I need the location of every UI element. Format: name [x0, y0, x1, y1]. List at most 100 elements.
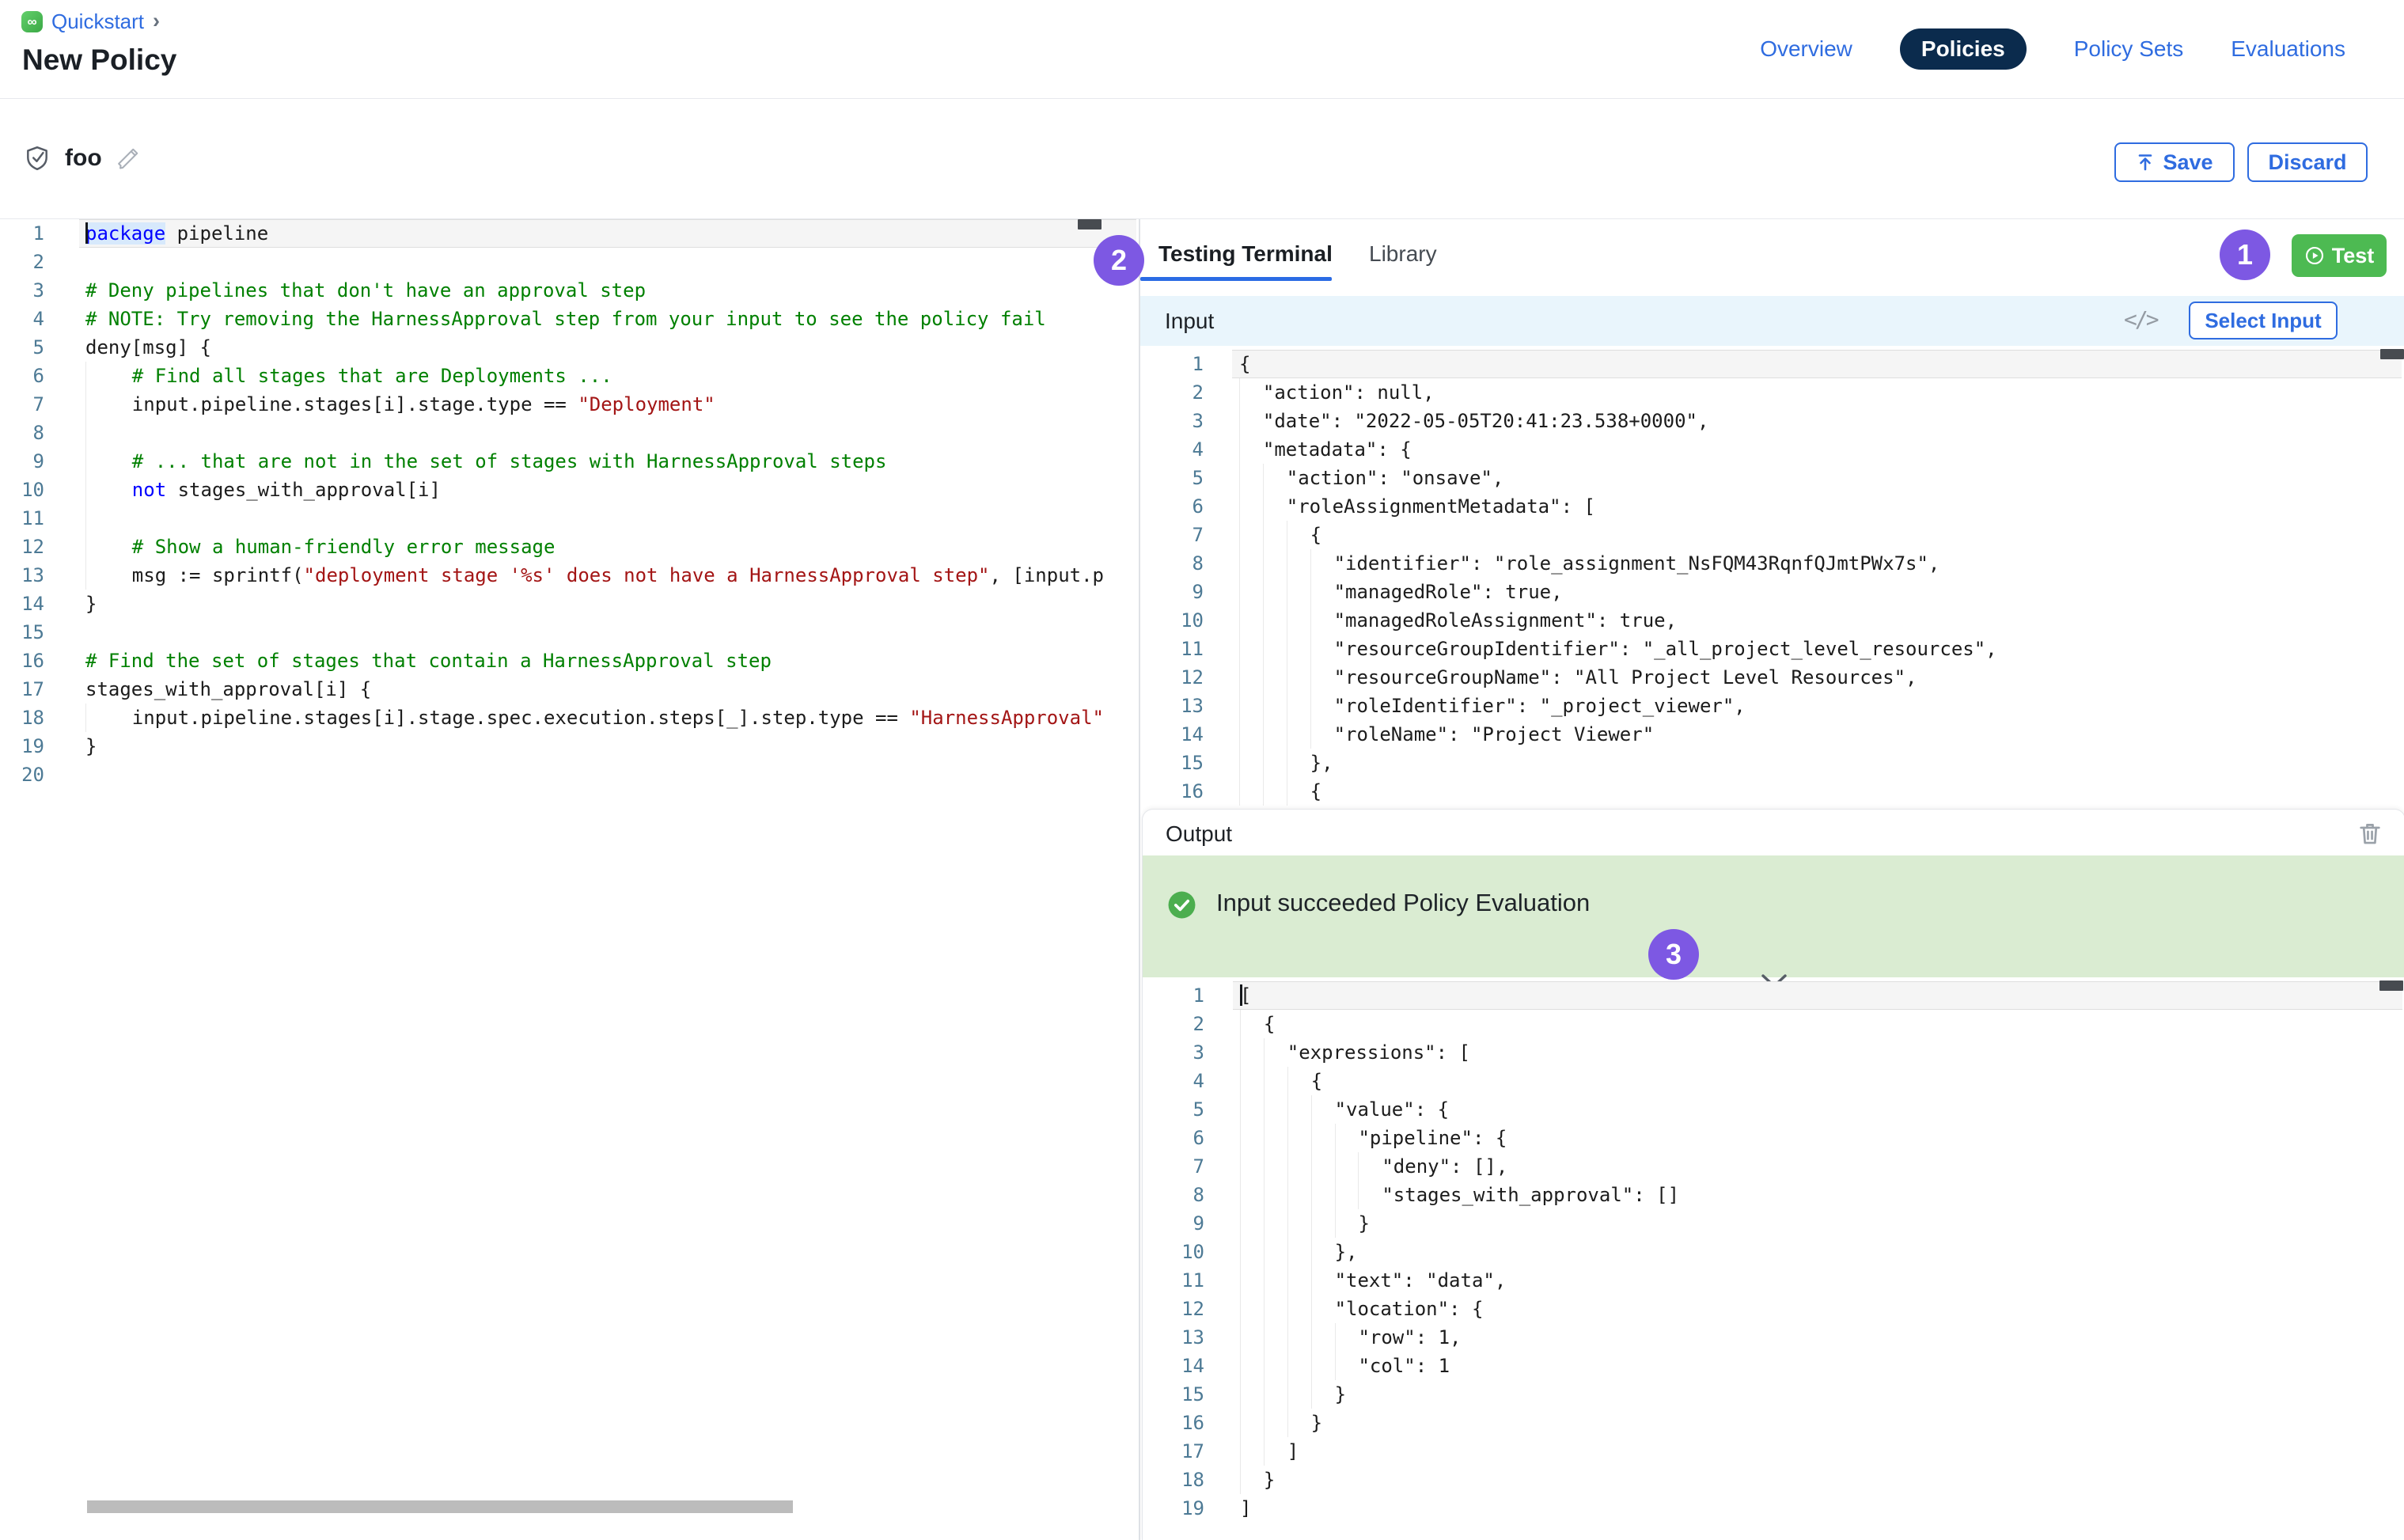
indent-guide	[1263, 777, 1287, 806]
line-number: 2	[1143, 1010, 1204, 1038]
indent-guide	[1264, 1409, 1287, 1437]
line-number: 10	[1140, 606, 1204, 635]
code-line: 8"stages_with_approval": []	[1143, 1181, 2404, 1209]
policy-name: foo	[65, 145, 102, 172]
tab-library[interactable]: Library	[1369, 241, 1437, 267]
indent-guide	[1263, 720, 1287, 749]
indent-guide	[1335, 1209, 1359, 1238]
indent-guide	[1240, 1238, 1264, 1266]
indent-guide	[1240, 1067, 1264, 1095]
save-button[interactable]: Save	[2114, 142, 2235, 182]
code-line: 17stages_with_approval[i] {	[0, 675, 1139, 704]
indent-guide	[1264, 1380, 1287, 1409]
indent-guide	[1287, 692, 1310, 720]
indent-guide	[1287, 663, 1310, 692]
indent-guide	[1264, 1181, 1287, 1209]
trash-icon[interactable]	[2357, 820, 2383, 847]
line-number: 1	[1143, 981, 1204, 1010]
indent-guide	[1287, 1152, 1311, 1181]
indent-guide	[1264, 1209, 1287, 1238]
indent-guide	[1310, 720, 1334, 749]
editor-scrollbar-thumb[interactable]	[1078, 219, 1102, 229]
indent-guide	[1240, 1095, 1264, 1124]
code-line: 19}	[0, 732, 1139, 761]
indent-guide	[1240, 1038, 1264, 1067]
line-number: 15	[1143, 1380, 1204, 1409]
line-number: 18	[1143, 1466, 1204, 1494]
code-line: 14"roleName": "Project Viewer"	[1140, 720, 2404, 749]
line-number: 3	[1140, 407, 1204, 435]
code-line: 6"roleAssignmentMetadata": [	[1140, 492, 2404, 521]
new-policy-page: ∞ Quickstart › New Policy Overview Polic…	[0, 0, 2404, 1540]
code-line: 12"resourceGroupName": "All Project Leve…	[1140, 663, 2404, 692]
indent-guide	[1311, 1181, 1335, 1209]
input-json-editor[interactable]: 1{2"action": null,3"date": "2022-05-05T2…	[1140, 350, 2404, 806]
indent-guide	[1264, 1295, 1287, 1323]
code-line: 4# NOTE: Try removing the HarnessApprova…	[0, 305, 1139, 333]
breadcrumb: ∞ Quickstart ›	[21, 9, 160, 34]
code-line: 2	[0, 248, 1139, 276]
indent-guide	[1311, 1295, 1335, 1323]
indent-guide	[1263, 492, 1287, 521]
code-line: 9# ... that are not in the set of stages…	[0, 447, 1139, 476]
breadcrumb-link-quickstart[interactable]: Quickstart	[51, 9, 144, 34]
code-line: 4"metadata": {	[1140, 435, 2404, 464]
code-line: 20	[0, 761, 1139, 789]
nav-evaluations[interactable]: Evaluations	[2231, 36, 2345, 62]
line-number: 7	[1140, 521, 1204, 549]
indent-guide	[1239, 663, 1263, 692]
indent-guide	[1287, 1352, 1311, 1380]
indent-guide	[85, 704, 132, 732]
indent-guide	[1239, 521, 1263, 549]
code-line: 15	[0, 618, 1139, 647]
code-line: 5"value": {	[1143, 1095, 2404, 1124]
success-message: Input succeeded Policy Evaluation	[1216, 889, 1590, 917]
indent-guide	[1240, 1352, 1264, 1380]
edit-pencil-icon[interactable]	[116, 146, 140, 170]
annotation-badge-2: 2	[1094, 235, 1144, 286]
line-number: 3	[1143, 1038, 1204, 1067]
line-number: 19	[0, 732, 44, 761]
indent-guide	[1239, 720, 1263, 749]
output-json-editor[interactable]: 1[2{3"expressions": [4{5"value": {6"pipe…	[1143, 981, 2404, 1523]
indent-guide	[1263, 692, 1287, 720]
test-button[interactable]: Test	[2292, 234, 2387, 277]
output-scrollbar-thumb[interactable]	[2379, 981, 2403, 991]
indent-guide	[1311, 1323, 1335, 1352]
testing-panel: Testing Terminal Library 1 Test Input </…	[1140, 219, 2404, 1540]
indent-guide	[1239, 777, 1263, 806]
code-brackets-icon[interactable]: </>	[2124, 306, 2157, 332]
code-line: 19]	[1143, 1494, 2404, 1523]
indent-guide	[85, 533, 132, 561]
indent-guide	[1263, 578, 1287, 606]
line-number: 8	[1143, 1181, 1204, 1209]
horizontal-scrollbar[interactable]	[87, 1500, 793, 1513]
input-scrollbar-thumb[interactable]	[2380, 349, 2404, 359]
line-number: 19	[1143, 1494, 1204, 1523]
indent-guide	[1335, 1124, 1359, 1152]
line-number: 4	[1143, 1067, 1204, 1095]
line-number: 1	[1140, 350, 1204, 378]
line-number: 12	[0, 533, 44, 561]
nav-policy-sets[interactable]: Policy Sets	[2074, 36, 2184, 62]
text-cursor	[1240, 984, 1242, 1006]
line-number: 9	[0, 447, 44, 476]
indent-guide	[1263, 635, 1287, 663]
code-line: 16}	[1143, 1409, 2404, 1437]
code-line: 12# Show a human-friendly error message	[0, 533, 1139, 561]
indent-guide	[1240, 1295, 1264, 1323]
select-input-button[interactable]: Select Input	[2189, 302, 2338, 339]
indent-guide	[1239, 549, 1263, 578]
code-line: 7{	[1140, 521, 2404, 549]
tab-testing-terminal[interactable]: Testing Terminal	[1158, 241, 1333, 267]
nav-policies[interactable]: Policies	[1900, 28, 2027, 70]
indent-guide	[1287, 1095, 1311, 1124]
indent-guide	[1239, 435, 1263, 464]
indent-guide	[1287, 720, 1310, 749]
code-line: 13msg := sprintf("deployment stage '%s' …	[0, 561, 1139, 590]
nav-overview[interactable]: Overview	[1760, 36, 1852, 62]
policy-code-editor[interactable]: 1package pipeline23# Deny pipelines that…	[0, 219, 1139, 789]
annotation-badge-3: 3	[1648, 929, 1699, 980]
indent-guide	[1240, 1181, 1264, 1209]
discard-button[interactable]: Discard	[2247, 142, 2368, 182]
